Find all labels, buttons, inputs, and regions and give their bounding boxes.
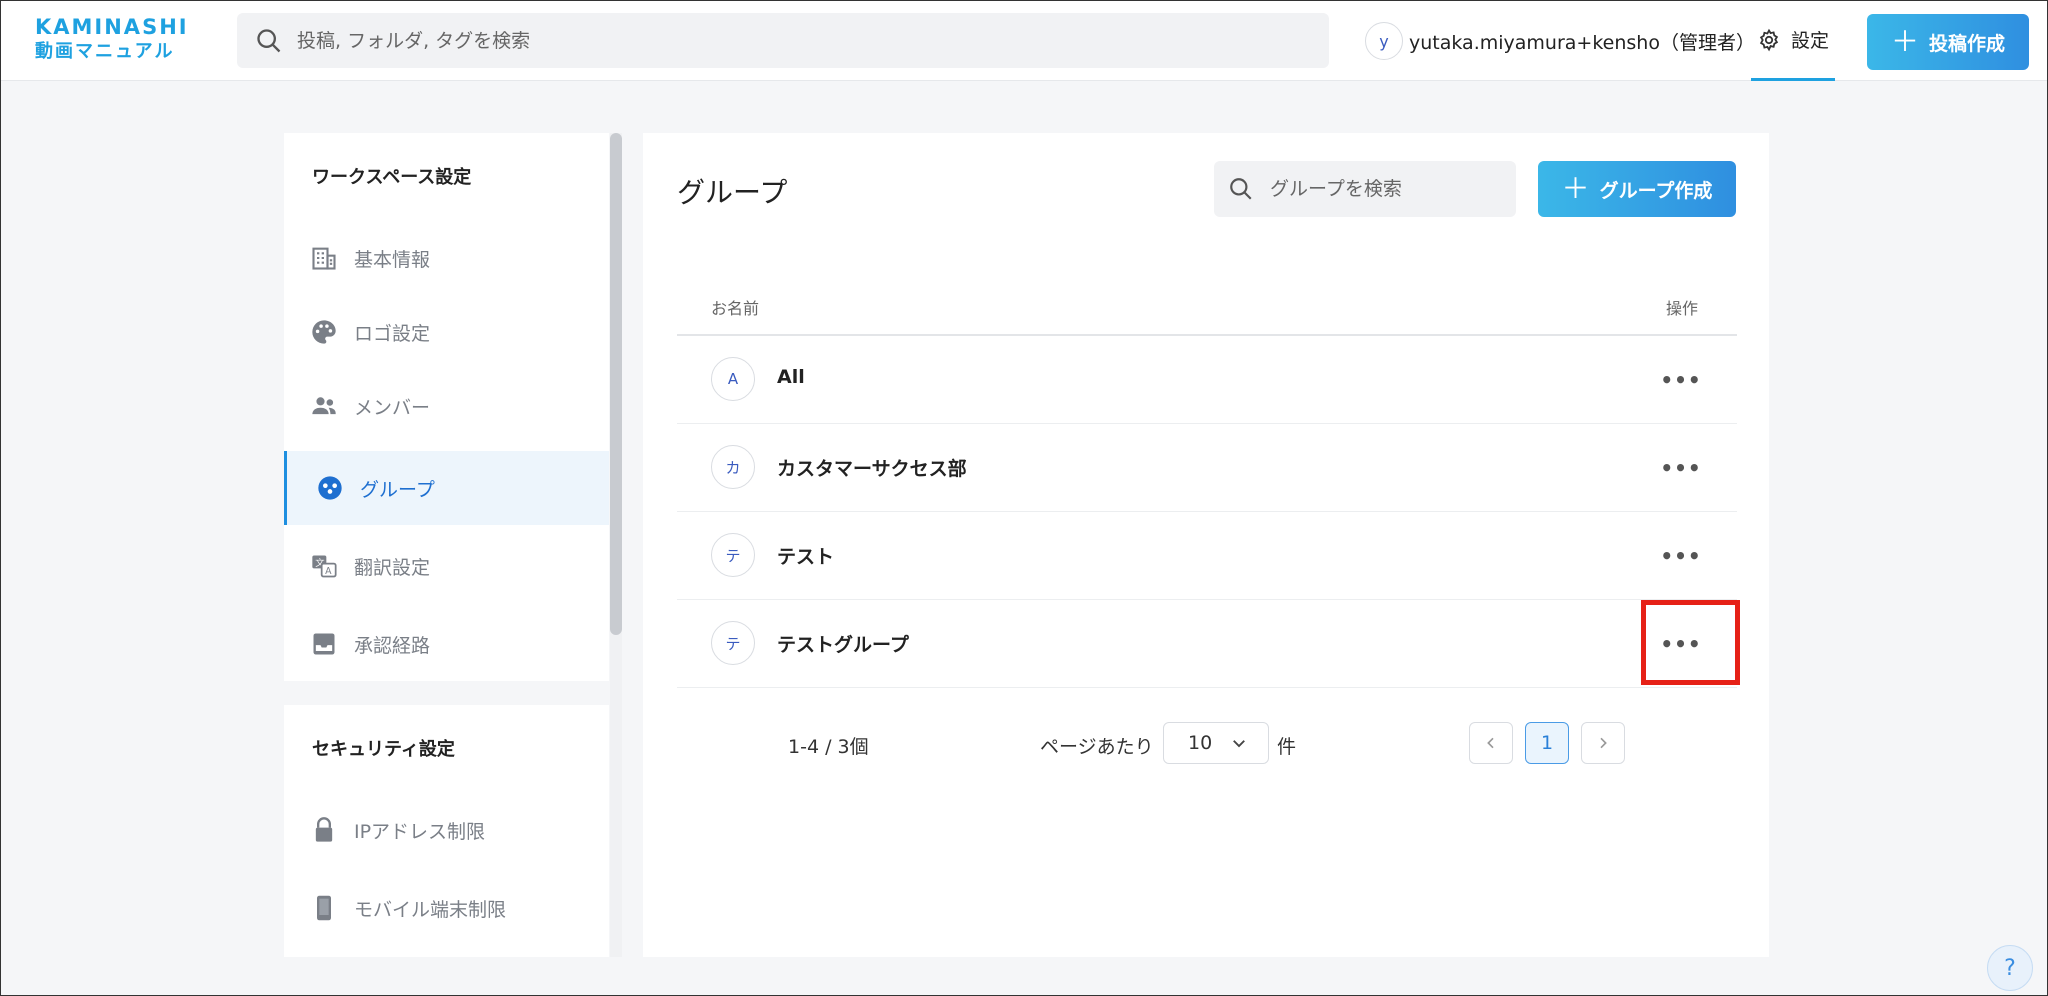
global-search — [237, 13, 1329, 68]
sidebar-item-mobile-restriction[interactable]: モバイル端末制限 — [284, 871, 609, 945]
chevron-right-icon — [1600, 737, 1607, 749]
table-row[interactable]: カ カスタマーサクセス部 ••• — [677, 424, 1737, 512]
more-icon: ••• — [1660, 632, 1702, 656]
more-icon: ••• — [1660, 368, 1702, 392]
page-button-current[interactable]: 1 — [1525, 722, 1569, 764]
sidebar-scrollbar-thumb[interactable] — [610, 133, 622, 635]
groups-panel: グループ ＋ グループ作成 お名前 操作 A All ••• カ カスタマーサク… — [643, 133, 1769, 957]
pagination-count: 1-4 / 3個 — [788, 736, 869, 758]
group-search-input[interactable] — [1270, 178, 1500, 200]
sidebar-item-label: IPアドレス制限 — [354, 820, 486, 843]
next-page-button[interactable] — [1581, 722, 1625, 764]
user-menu[interactable]: y yutaka.miyamura+kensho（管理者） — [1365, 21, 1755, 61]
more-actions-button[interactable]: ••• — [1660, 362, 1702, 398]
per-page-label: ページあたり — [1040, 736, 1154, 758]
group-name[interactable]: テスト — [777, 542, 834, 569]
security-settings-menu: セキュリティ設定 IPアドレス制限 モバイル端末制限 — [284, 705, 609, 957]
group-search — [1214, 161, 1516, 217]
group-name[interactable]: テストグループ — [777, 630, 909, 657]
sidebar-item-label: モバイル端末制限 — [354, 898, 507, 921]
sidebar-item-translation[interactable]: 文A 翻訳設定 — [284, 529, 609, 603]
group-name[interactable]: All — [777, 366, 805, 388]
create-post-label: 投稿作成 — [1929, 32, 2006, 55]
sidebar-item-label: メンバー — [354, 396, 431, 419]
sidebar-item-label: ロゴ設定 — [354, 322, 431, 345]
group-name[interactable]: カスタマーサクセス部 — [777, 454, 967, 481]
building-icon — [312, 247, 336, 270]
sidebar-item-basic-info[interactable]: 基本情報 — [284, 221, 609, 295]
sidebar-item-ip-restriction[interactable]: IPアドレス制限 — [284, 793, 609, 867]
group-icon — [318, 476, 342, 500]
more-icon: ••• — [1660, 456, 1702, 480]
svg-text:A: A — [325, 566, 332, 577]
security-settings-title: セキュリティ設定 — [312, 739, 455, 760]
help-button[interactable]: ? — [1987, 945, 2033, 991]
logo-text: KAMINASHI — [35, 15, 189, 39]
workspace-settings-menu: ワークスペース設定 基本情報 ロゴ設定 メンバー グループ 文A 翻訳設定 承認… — [284, 133, 609, 681]
table-row[interactable]: テ テスト ••• — [677, 512, 1737, 600]
avatar: y — [1365, 22, 1403, 60]
sidebar-item-members[interactable]: メンバー — [284, 369, 609, 443]
create-post-button[interactable]: ＋ 投稿作成 — [1867, 14, 2029, 70]
table-row[interactable]: A All ••• — [677, 336, 1737, 424]
column-header-name: お名前 — [711, 299, 760, 318]
more-icon: ••• — [1660, 544, 1702, 568]
top-header: KAMINASHI 動画マニュアル y yutaka.miyamura+kens… — [1, 1, 2047, 81]
logo[interactable]: KAMINASHI 動画マニュアル — [35, 15, 189, 65]
members-icon — [312, 397, 336, 415]
sidebar-item-label: グループ — [360, 478, 435, 501]
inbox-icon — [313, 633, 335, 655]
group-avatar: カ — [711, 445, 755, 489]
create-group-button[interactable]: ＋ グループ作成 — [1538, 161, 1736, 217]
column-header-actions: 操作 — [1666, 299, 1699, 318]
chevron-left-icon — [1487, 737, 1494, 749]
sidebar-item-label: 承認経路 — [354, 634, 431, 657]
phone-icon — [317, 895, 331, 921]
more-actions-button[interactable]: ••• — [1660, 626, 1702, 662]
group-avatar: テ — [711, 533, 755, 577]
per-page-unit: 件 — [1277, 736, 1297, 758]
search-icon — [257, 28, 281, 52]
group-avatar: テ — [711, 621, 755, 665]
user-name: yutaka.miyamura+kensho（管理者） — [1409, 31, 1755, 54]
workspace-settings-title: ワークスペース設定 — [312, 167, 472, 188]
page-title: グループ — [677, 176, 788, 209]
per-page-value: 10 — [1188, 732, 1213, 754]
gear-icon — [1759, 28, 1779, 51]
palette-icon — [312, 320, 336, 344]
lock-icon — [315, 817, 333, 842]
sidebar-item-approval-route[interactable]: 承認経路 — [284, 607, 609, 681]
search-icon — [1230, 178, 1252, 200]
prev-page-button[interactable] — [1469, 722, 1513, 764]
create-group-label: グループ作成 — [1599, 179, 1713, 202]
sidebar-item-groups[interactable]: グループ — [284, 451, 609, 525]
sidebar-item-label: 翻訳設定 — [354, 556, 431, 579]
table-row[interactable]: テ テストグループ ••• — [677, 600, 1737, 688]
plus-icon: ＋ — [1890, 25, 1919, 58]
settings-label: 設定 — [1790, 30, 1829, 52]
sidebar-item-logo[interactable]: ロゴ設定 — [284, 295, 609, 369]
group-avatar: A — [711, 357, 755, 401]
logo-subtext: 動画マニュアル — [35, 41, 175, 62]
global-search-input[interactable] — [297, 29, 1197, 52]
translate-icon: 文A — [312, 555, 337, 578]
per-page-select[interactable]: 10 — [1163, 722, 1269, 764]
more-actions-button[interactable]: ••• — [1660, 450, 1702, 486]
plus-icon: ＋ — [1561, 172, 1590, 205]
sidebar-item-label: 基本情報 — [354, 248, 431, 271]
chevron-down-icon — [1233, 740, 1246, 748]
settings-link[interactable]: 設定 — [1751, 1, 1835, 81]
more-actions-button[interactable]: ••• — [1660, 538, 1702, 574]
